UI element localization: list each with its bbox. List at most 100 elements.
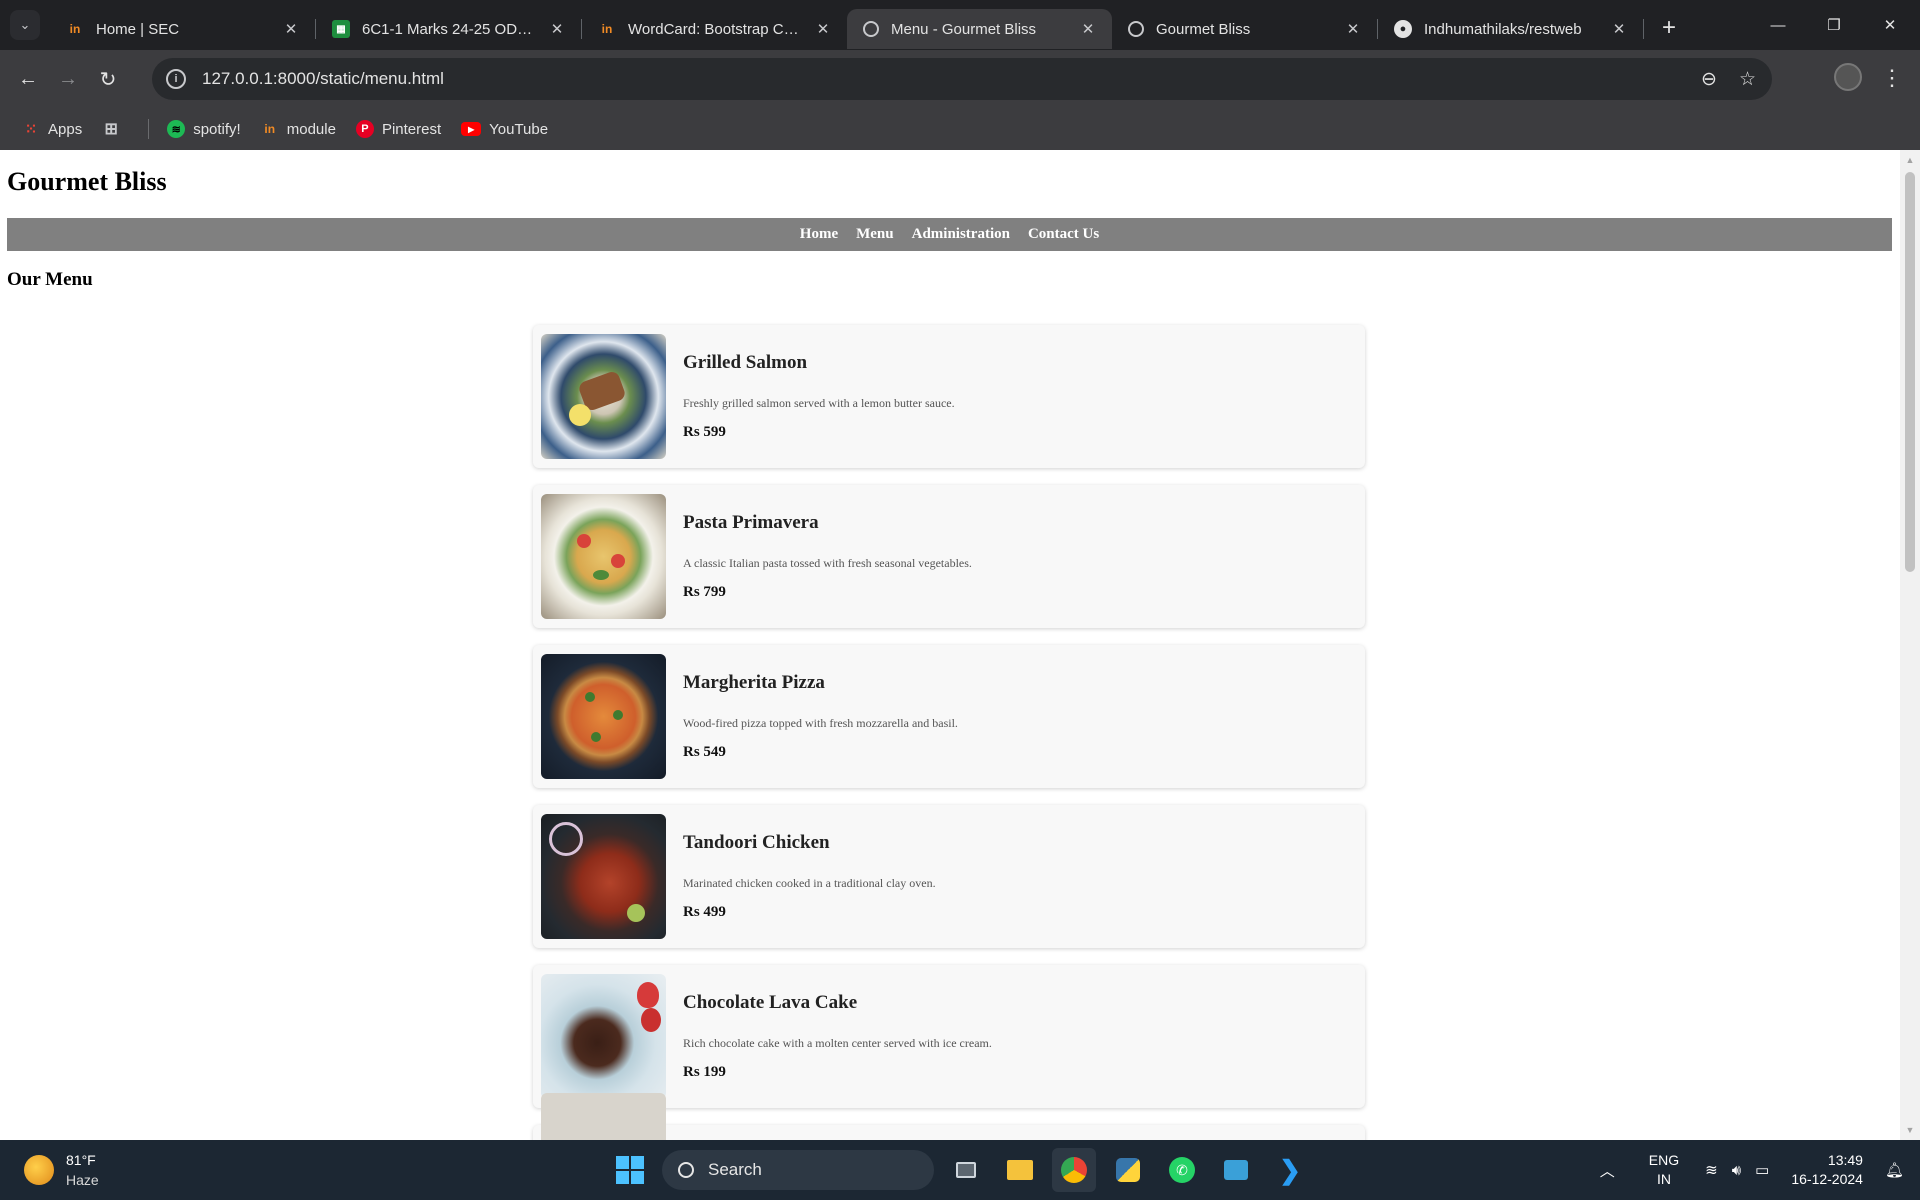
tab-groups-icon: ⊞ (104, 121, 118, 138)
back-button[interactable]: ← (8, 59, 48, 99)
close-icon[interactable]: ✕ (547, 20, 567, 38)
plus-icon: + (1661, 14, 1676, 41)
pinterest-icon: P (355, 120, 374, 138)
bookmark-module[interactable]: in module (261, 120, 336, 138)
tab-0[interactable]: in Home | SEC ✕ (50, 9, 315, 49)
notification-bell-icon[interactable]: 🔔︎ (1885, 1161, 1904, 1179)
tab-title: 6C1-1 Marks 24-25 ODD - Google Sheets (362, 20, 539, 38)
whatsapp-icon[interactable]: ✆ (1160, 1148, 1204, 1192)
app-window-icon[interactable] (1214, 1148, 1258, 1192)
more-menu-icon[interactable]: ⋮ (1880, 62, 1904, 94)
globe-icon (863, 21, 879, 37)
menu-item-name: Tandoori Chicken (683, 832, 830, 853)
tab-strip: ⌄ in Home | SEC ✕ ▦ 6C1-1 Marks 24-25 OD… (0, 0, 1920, 50)
bookmark-label: Apps (48, 120, 83, 138)
file-explorer-icon[interactable] (998, 1148, 1042, 1192)
close-icon[interactable]: ✕ (813, 20, 833, 38)
minimize-button[interactable]: — (1750, 0, 1806, 50)
close-icon[interactable]: ✕ (1078, 20, 1098, 38)
menu-item-card: Grilled Salmon Freshly grilled salmon se… (533, 325, 1365, 468)
restore-button[interactable]: ❐ (1806, 0, 1862, 50)
back-arrow-icon: ← (18, 67, 38, 90)
tab-divider (1643, 19, 1644, 39)
scroll-up-icon[interactable]: ▲ (1900, 152, 1920, 168)
close-window-button[interactable]: ✕ (1862, 0, 1918, 50)
nav-link-menu[interactable]: Menu (847, 226, 903, 243)
start-button[interactable] (608, 1148, 652, 1192)
task-view-icon[interactable] (944, 1148, 988, 1192)
nav-link-home[interactable]: Home (791, 226, 847, 243)
tab-3[interactable]: Menu - Gourmet Bliss ✕ (847, 9, 1112, 49)
volume-icon[interactable]: 🔊︎ (1732, 1162, 1741, 1179)
close-icon[interactable]: ✕ (1609, 20, 1629, 38)
food-image-lava-cake (541, 974, 666, 1099)
taskbar-search[interactable]: Search (662, 1150, 934, 1190)
food-image-pizza (541, 654, 666, 779)
haze-weather-icon (24, 1155, 54, 1185)
menu-item-name: Chocolate Lava Cake (683, 992, 858, 1013)
nav-link-administration[interactable]: Administration (903, 226, 1019, 243)
page-viewport: Gourmet Bliss Home Menu Administration C… (0, 150, 1900, 1140)
tab-2[interactable]: in WordCard: Bootstrap Components ✕ (582, 9, 847, 49)
clock-time: 13:49 (1827, 1152, 1863, 1168)
menu-item-price: Rs 799 (683, 584, 726, 600)
site-title: Gourmet Bliss (7, 167, 167, 196)
menu-item-description: Wood-fired pizza topped with fresh mozza… (683, 716, 958, 730)
food-image-pasta (541, 494, 666, 619)
language-indicator[interactable]: ENG IN (1649, 1151, 1679, 1189)
vscode-icon[interactable]: ❯ (1268, 1148, 1312, 1192)
menu-item-body: Tandoori Chicken Marinated chicken cooke… (683, 832, 936, 921)
windows-logo-icon (616, 1156, 644, 1184)
tab-title: Home | SEC (96, 20, 180, 38)
github-icon: ● (1394, 20, 1412, 38)
tab-search-button[interactable]: ⌄ (10, 10, 40, 40)
address-bar[interactable]: i 127.0.0.1:8000/static/menu.html ⊖ ☆ (152, 58, 1772, 100)
scrollbar-thumb[interactable] (1905, 172, 1915, 572)
bookmark-tab-groups[interactable]: ⊞ (102, 120, 128, 138)
bookmark-youtube[interactable]: ▶ YouTube (461, 121, 548, 138)
in-logo-icon: in (601, 22, 613, 36)
food-image-salmon (541, 334, 666, 459)
tab-title: Gourmet Bliss (1156, 20, 1251, 38)
page-scrollbar[interactable]: ▲ ▼ (1900, 150, 1920, 1140)
reload-button[interactable]: ↻ (88, 59, 128, 99)
bookmark-spotify[interactable]: ≋ spotify! (167, 120, 241, 138)
close-icon[interactable]: ✕ (281, 20, 301, 38)
weather-widget[interactable]: 81°F Haze (24, 1150, 99, 1190)
bookmark-label: spotify! (193, 120, 241, 138)
chevron-up-icon[interactable]: ︿ (1600, 1160, 1615, 1181)
tab-5[interactable]: ● Indhumathilaks/restweb ✕ (1378, 9, 1643, 49)
clock[interactable]: 13:49 16-12-2024 (1791, 1151, 1863, 1189)
weather-temp: 81°F (66, 1152, 96, 1168)
new-tab-button[interactable]: + (1654, 13, 1684, 43)
nav-link-contact-us[interactable]: Contact Us (1019, 226, 1108, 243)
menu-item-card: Margherita Pizza Wood-fired pizza topped… (533, 645, 1365, 788)
bookmark-divider (148, 119, 150, 139)
chevron-down-icon: ⌄ (19, 17, 31, 32)
apps-grid-icon: ⁙ (24, 121, 38, 138)
bookmark-label: YouTube (489, 120, 549, 138)
site-info-icon[interactable]: i (166, 69, 186, 89)
restore-icon: ❐ (1827, 17, 1841, 34)
python-icon[interactable] (1106, 1148, 1150, 1192)
menu-item-card: Tandoori Chicken Marinated chicken cooke… (533, 805, 1365, 948)
bookmark-apps[interactable]: ⁙ Apps (22, 120, 83, 139)
tab-4[interactable]: Gourmet Bliss ✕ (1112, 9, 1377, 49)
bookmark-star-icon[interactable]: ☆ (1739, 68, 1756, 91)
zoom-icon[interactable]: ⊖ (1701, 68, 1717, 91)
bookmark-pinterest[interactable]: P Pinterest (355, 120, 441, 138)
in-logo-icon: in (69, 22, 81, 36)
chrome-icon[interactable] (1052, 1148, 1096, 1192)
battery-icon[interactable]: ▭ (1755, 1161, 1769, 1179)
browser-toolbar: ← → ↻ i 127.0.0.1:8000/static/menu.html … (0, 50, 1920, 108)
menu-item-name: Margherita Pizza (683, 672, 825, 693)
url-text[interactable]: 127.0.0.1:8000/static/menu.html (202, 69, 444, 89)
close-icon[interactable]: ✕ (1343, 20, 1363, 38)
forward-button[interactable]: → (48, 59, 88, 99)
wifi-icon[interactable]: ≋ (1705, 1161, 1718, 1179)
menu-item-body: Chocolate Lava Cake Rich chocolate cake … (683, 992, 992, 1081)
menu-item-description: Rich chocolate cake with a molten center… (683, 1036, 992, 1050)
scroll-down-icon[interactable]: ▼ (1900, 1122, 1920, 1138)
tab-1[interactable]: ▦ 6C1-1 Marks 24-25 ODD - Google Sheets … (316, 9, 581, 49)
profile-avatar[interactable] (1834, 63, 1862, 91)
